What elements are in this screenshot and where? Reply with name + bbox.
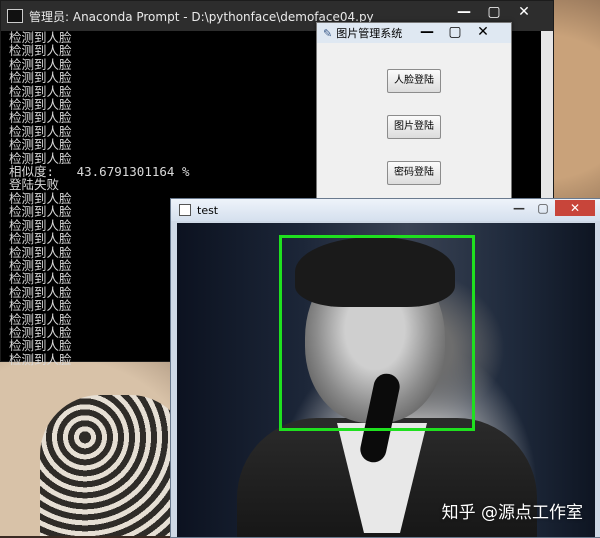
dialog-window-controls: — ▢ ✕ (413, 23, 497, 41)
maximize-button[interactable]: ▢ (531, 200, 555, 216)
dialog-titlebar[interactable]: ✎ 图片管理系统 — ▢ ✕ (317, 23, 511, 43)
image-management-dialog[interactable]: ✎ 图片管理系统 — ▢ ✕ 人脸登陆 图片登陆 密码登陆 (316, 22, 512, 204)
minimize-button[interactable]: — (413, 23, 441, 41)
camera-feed: 知乎 @源点工作室 (177, 223, 595, 537)
feather-icon: ✎ (323, 26, 333, 40)
background-photo (40, 395, 190, 536)
dialog-title: 图片管理系统 (336, 27, 403, 40)
password-login-button[interactable]: 密码登陆 (387, 161, 441, 185)
minimize-button[interactable]: — (507, 200, 531, 216)
maximize-button[interactable]: ▢ (479, 3, 509, 21)
face-login-button[interactable]: 人脸登陆 (387, 69, 441, 93)
console-icon (7, 9, 23, 23)
close-button[interactable]: ✕ (555, 200, 595, 216)
maximize-button[interactable]: ▢ (441, 23, 469, 41)
window-icon (179, 204, 191, 216)
test-title: test (197, 203, 219, 217)
face-detection-box (279, 235, 475, 431)
test-window[interactable]: test — ▢ ✕ 知乎 @源点工作室 (170, 198, 600, 538)
watermark: 知乎 @源点工作室 (441, 503, 583, 523)
close-button[interactable]: ✕ (509, 3, 539, 21)
close-button[interactable]: ✕ (469, 23, 497, 41)
minimize-button[interactable]: — (449, 3, 479, 21)
console-window-controls: — ▢ ✕ (449, 3, 539, 21)
image-login-button[interactable]: 图片登陆 (387, 115, 441, 139)
test-window-controls: — ▢ ✕ (507, 200, 595, 216)
test-titlebar[interactable]: test — ▢ ✕ (171, 199, 600, 221)
